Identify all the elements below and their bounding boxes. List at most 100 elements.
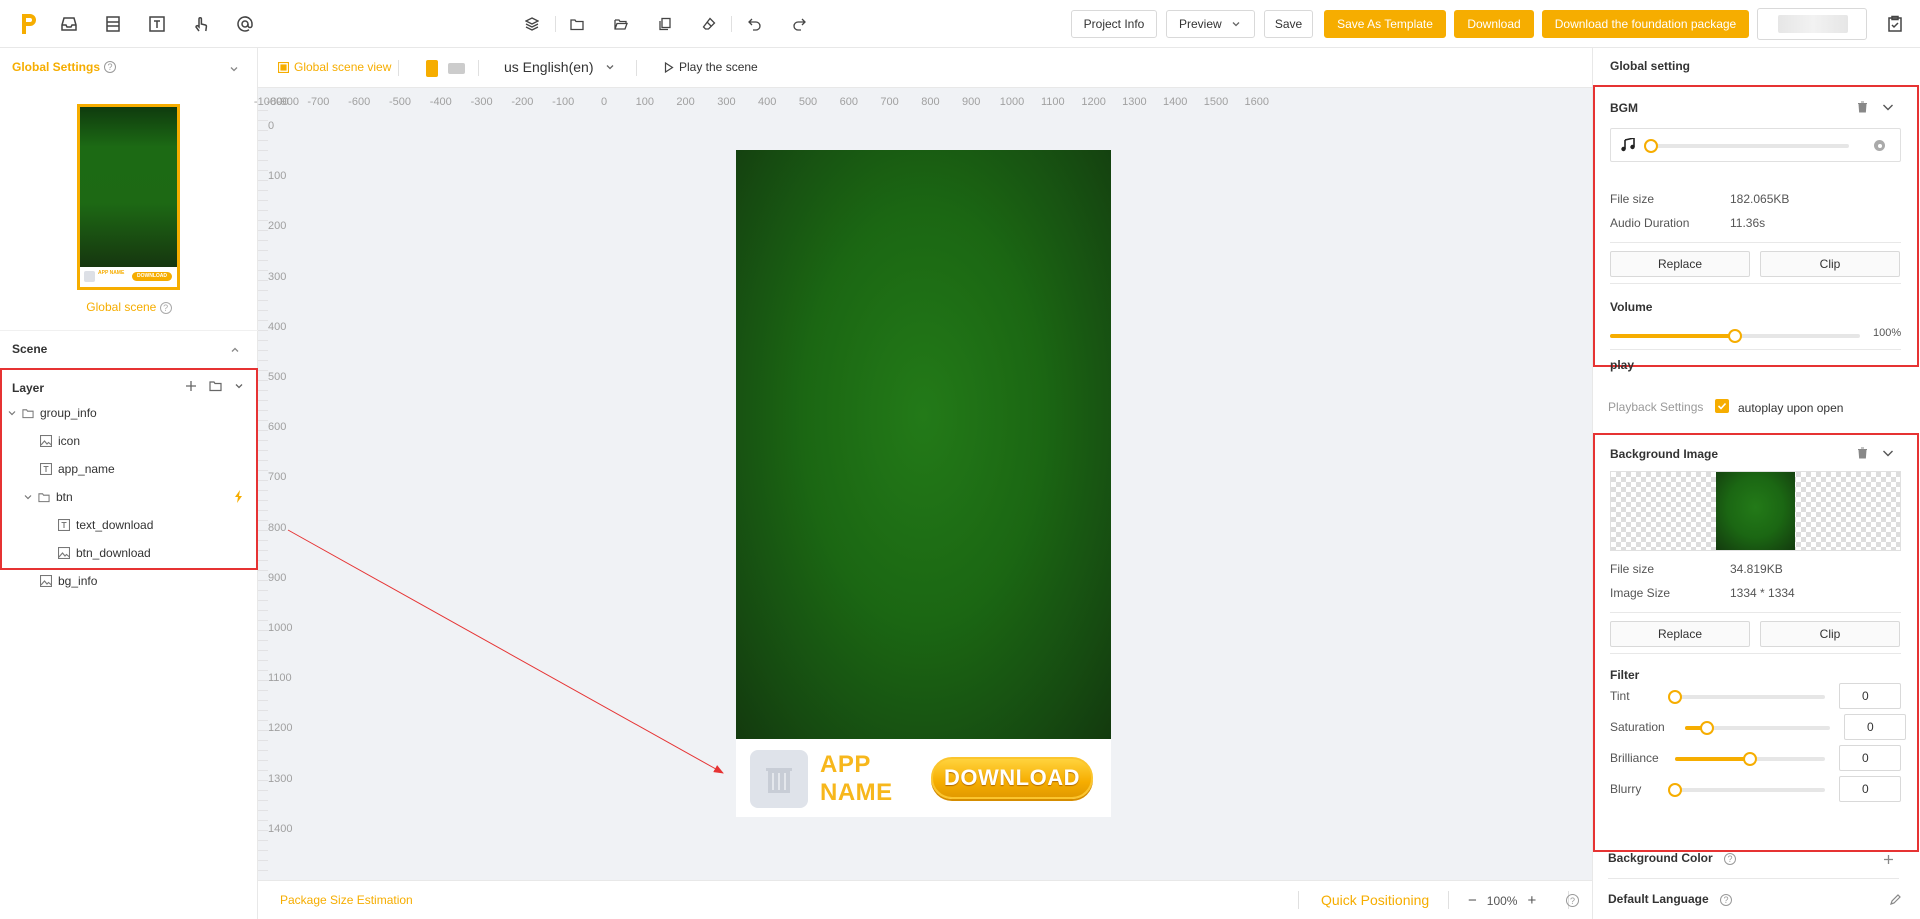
brilliance-input[interactable]: 0 — [1839, 745, 1901, 771]
default-language-label[interactable]: Default Language ? — [1608, 892, 1733, 906]
undo-icon[interactable] — [743, 12, 767, 36]
canvas-area: Global scene view us English(en) Play th… — [254, 48, 1592, 919]
redo-icon[interactable] — [787, 12, 811, 36]
tree-item-btn-download[interactable]: btn_download — [58, 543, 151, 563]
layout-icon[interactable] — [101, 12, 125, 36]
eraser-icon[interactable] — [697, 12, 721, 36]
help-icon[interactable]: ? — [1566, 894, 1579, 907]
download-foundation-button[interactable]: Download the foundation package — [1542, 10, 1749, 38]
play-label: play — [1610, 358, 1635, 372]
folder-icon — [38, 491, 50, 503]
bgm-duration-label: Audio Duration — [1610, 216, 1690, 230]
user-account-box[interactable] — [1757, 8, 1867, 40]
divider — [1608, 878, 1899, 879]
folder-icon[interactable] — [565, 12, 589, 36]
chevron-down-icon[interactable] — [234, 380, 244, 392]
bgm-clip-button[interactable]: Clip — [1760, 251, 1900, 277]
audio-progress-handle[interactable] — [1644, 139, 1658, 153]
scene-download-button[interactable]: DOWNLOAD — [931, 757, 1093, 799]
blurry-input[interactable]: 0 — [1839, 776, 1901, 802]
preview-dropdown[interactable]: Preview — [1166, 10, 1255, 38]
tint-input[interactable]: 0 — [1839, 683, 1901, 709]
inbox-icon[interactable] — [57, 12, 81, 36]
folder-add-icon[interactable] — [209, 380, 222, 392]
scene-background[interactable] — [736, 150, 1111, 739]
audio-player[interactable] — [1610, 128, 1901, 162]
music-note-icon — [1621, 138, 1635, 152]
chevron-down-icon[interactable] — [1882, 448, 1894, 458]
brilliance-slider-handle[interactable] — [1743, 752, 1757, 766]
help-icon[interactable]: ? — [104, 61, 117, 73]
copy-icon[interactable] — [653, 12, 677, 36]
bg-clip-button[interactable]: Clip — [1760, 621, 1900, 647]
blurry-slider-handle[interactable] — [1668, 783, 1682, 797]
tree-item-btn[interactable]: btn — [24, 487, 73, 507]
tree-item-bg-info[interactable]: bg_info — [40, 571, 97, 591]
autoplay-checkbox[interactable] — [1715, 399, 1729, 413]
divider — [1610, 283, 1901, 284]
touch-icon[interactable] — [189, 12, 213, 36]
tree-item-text-download[interactable]: text_download — [58, 515, 153, 535]
help-icon[interactable]: ? — [159, 302, 172, 314]
lightning-icon[interactable] — [234, 490, 244, 503]
bg-replace-button[interactable]: Replace — [1610, 621, 1750, 647]
bgm-section: BGM File size 182.065KB Audio Duration 1… — [1593, 85, 1919, 372]
chevron-down-icon[interactable] — [24, 493, 32, 501]
global-scene-label[interactable]: Global scene ? — [0, 300, 258, 314]
brilliance-slider[interactable] — [1675, 752, 1825, 766]
scene-section-title[interactable]: Scene — [12, 342, 47, 356]
bg-file-size-label: File size — [1610, 562, 1655, 576]
canvas-bottom-bar: Package Size Estimation Quick Positionin… — [258, 880, 1592, 919]
phone-preview[interactable]: APP NAME DOWNLOAD — [736, 150, 1111, 817]
edit-icon[interactable] — [1890, 894, 1901, 905]
saturation-slider-handle[interactable] — [1699, 721, 1714, 735]
zoom-out-icon[interactable]: − — [1468, 892, 1477, 909]
chevron-down-icon[interactable] — [1882, 102, 1894, 112]
project-info-button[interactable]: Project Info — [1071, 10, 1157, 38]
save-as-template-button[interactable]: Save As Template — [1324, 10, 1446, 38]
background-color-label[interactable]: Background Color ? — [1608, 851, 1737, 865]
saturation-slider[interactable] — [1685, 721, 1830, 735]
tree-item-app-name[interactable]: app_name — [40, 459, 115, 479]
tint-slider-handle[interactable] — [1668, 690, 1682, 704]
layers-icon[interactable] — [520, 12, 544, 36]
chevron-down-icon[interactable] — [229, 64, 239, 74]
text-tool-icon[interactable] — [145, 12, 169, 36]
chevron-up-icon[interactable] — [230, 345, 240, 355]
volume-slider[interactable] — [1610, 329, 1860, 343]
chevron-down-icon[interactable] — [8, 409, 16, 417]
tree-item-icon[interactable]: icon — [40, 431, 80, 451]
background-image-preview[interactable] — [1610, 471, 1901, 551]
at-icon[interactable] — [233, 12, 257, 36]
autoplay-label[interactable]: autoplay upon open — [1738, 401, 1843, 415]
audio-progress-track[interactable] — [1644, 139, 1849, 153]
volume-slider-handle[interactable] — [1728, 329, 1742, 343]
app-name-text[interactable]: APP NAME — [820, 751, 920, 807]
saturation-input[interactable]: 0 — [1844, 714, 1906, 740]
package-size-estimation-link[interactable]: Package Size Estimation — [280, 893, 413, 907]
help-icon[interactable]: ? — [1720, 894, 1733, 906]
download-button[interactable]: Download — [1454, 10, 1534, 38]
global-settings-header[interactable]: Global Settings ? — [12, 60, 117, 74]
bgm-replace-button[interactable]: Replace — [1610, 251, 1750, 277]
trash-icon[interactable] — [1857, 447, 1868, 459]
clipboard-check-icon[interactable] — [1883, 12, 1907, 36]
global-scene-thumbnail[interactable]: APP NAME DOWNLOAD — [77, 104, 180, 290]
add-icon[interactable] — [185, 380, 197, 392]
background-image-thumbnail — [1716, 472, 1795, 550]
open-folder-icon[interactable] — [609, 12, 633, 36]
zoom-in-icon[interactable]: + — [1527, 892, 1536, 909]
audio-settings-icon[interactable] — [1874, 140, 1885, 151]
blurry-slider[interactable] — [1668, 783, 1825, 797]
scene-footer[interactable]: APP NAME DOWNLOAD — [736, 739, 1111, 817]
bg-image-size-label: Image Size — [1610, 586, 1671, 600]
help-icon[interactable]: ? — [1724, 853, 1737, 865]
tree-item-group-info[interactable]: group_info — [8, 403, 97, 423]
add-icon[interactable] — [1883, 854, 1894, 865]
quick-positioning-button[interactable]: Quick Positioning — [1321, 892, 1429, 908]
image-icon — [40, 435, 52, 447]
trash-icon[interactable] — [1857, 101, 1868, 113]
save-button[interactable]: Save — [1264, 10, 1313, 38]
app-icon-placeholder[interactable] — [750, 750, 808, 808]
tint-slider[interactable] — [1668, 690, 1825, 704]
